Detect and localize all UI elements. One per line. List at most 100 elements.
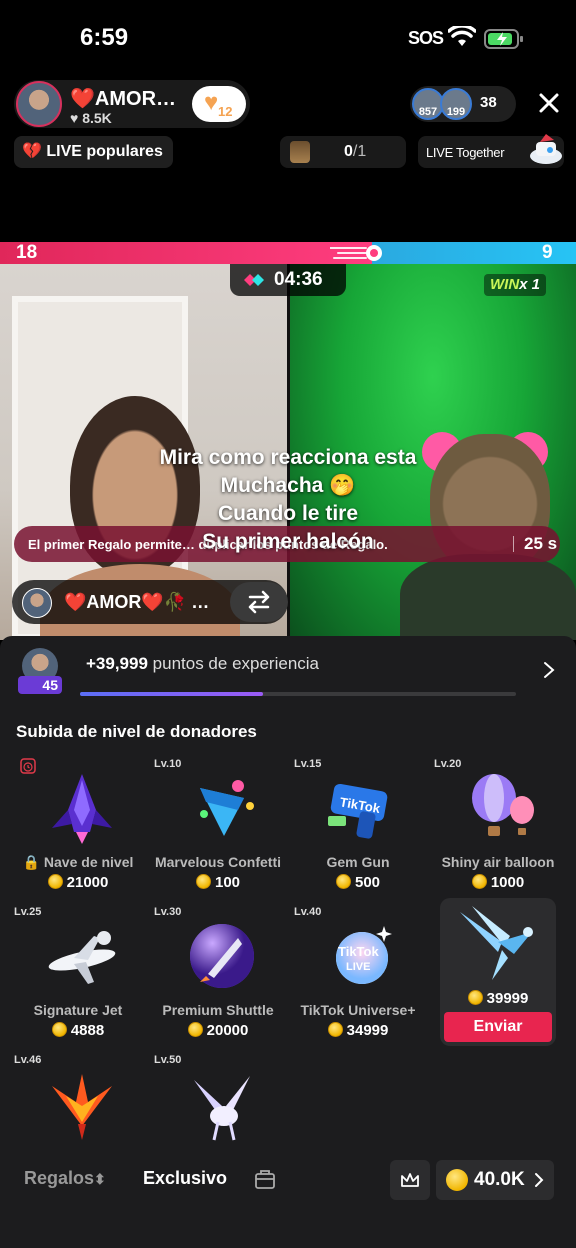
tab-regalos[interactable]: Regalos⬍ bbox=[24, 1168, 106, 1189]
gift-price: 500 bbox=[288, 874, 428, 891]
gift-gem-gun[interactable]: Lv.15 TikTok Gem Gun 500 bbox=[288, 758, 428, 898]
battle-video[interactable]: 04:36 WINx 1 El primer Regalo permite… d… bbox=[0, 264, 576, 640]
send-button[interactable]: Enviar bbox=[444, 1012, 552, 1042]
battery-icon bbox=[484, 29, 523, 49]
goal-gift-icon bbox=[290, 141, 310, 163]
air-balloon-icon bbox=[472, 774, 534, 836]
gift-name: Marvelous Confetti bbox=[154, 854, 281, 870]
fan-club-count: 12 bbox=[218, 104, 233, 119]
goal-current: 0 bbox=[344, 143, 353, 160]
gift-price: 4888 bbox=[8, 1022, 148, 1039]
gift-marvelous-confetti[interactable]: Lv.10 Marvelous Confetti 100 bbox=[148, 758, 288, 898]
gift-price-value: 34999 bbox=[346, 1022, 389, 1039]
switch-button[interactable] bbox=[230, 582, 288, 622]
gift-price-value: 4888 bbox=[70, 1022, 105, 1039]
caption-line: Su primer halcón bbox=[202, 530, 374, 553]
svg-text:LIVE: LIVE bbox=[346, 961, 370, 973]
timer-icon bbox=[20, 758, 36, 774]
gift-nave-de-nivel[interactable]: 🔒 Nave de nivel 21000 bbox=[8, 758, 148, 898]
caption-line: Muchacha 🤭 bbox=[220, 474, 356, 497]
gift-price: 34999 bbox=[288, 1022, 428, 1039]
falcon-icon bbox=[460, 906, 533, 980]
coin-icon bbox=[51, 1022, 67, 1037]
close-icon[interactable] bbox=[534, 88, 564, 118]
gift-name: 🔒 Nave de nivel bbox=[8, 854, 148, 871]
xp-label: puntos de experiencia bbox=[152, 654, 320, 673]
battle-icon bbox=[244, 274, 264, 286]
goal-progress: 0/1 bbox=[344, 143, 366, 161]
host-info[interactable]: ❤️AMOR… ♥ 8.5K ♥ 12 bbox=[14, 80, 250, 128]
battle-time: 04:36 bbox=[274, 269, 323, 290]
gift-premium-shuttle[interactable]: Lv.30 Premium Shuttle 20000 bbox=[148, 906, 288, 1046]
gift-price-value: 1000 bbox=[490, 874, 525, 891]
battle-score-right: 9 bbox=[542, 242, 553, 263]
viewer-count: 38 bbox=[480, 94, 497, 111]
gift-panel-tabs: Regalos⬍ Exclusivo 40.0K bbox=[0, 1160, 576, 1200]
bag-icon[interactable] bbox=[254, 1168, 276, 1190]
host-likes: ♥ 8.5K bbox=[70, 110, 112, 126]
section-title: Subida de nivel de donadores bbox=[16, 722, 257, 741]
gift-name-text: Nave de nivel bbox=[43, 854, 134, 870]
xp-progress-row[interactable]: 45 +39,999 puntos de experiencia bbox=[18, 648, 564, 698]
gift-price: 20000 bbox=[148, 1022, 288, 1039]
viewer-badge: 857 bbox=[418, 106, 438, 118]
gift-price-value: 39999 bbox=[486, 990, 529, 1007]
gift-tiktok-universe-plus[interactable]: Lv.40 TikTok LIVE TikTok Universe+ 34999 bbox=[288, 906, 428, 1046]
svg-text:TikTok: TikTok bbox=[338, 944, 379, 959]
host-avatar[interactable] bbox=[16, 81, 62, 127]
clock: 6:59 bbox=[80, 24, 129, 51]
crown-icon bbox=[401, 1173, 419, 1187]
gift-name: Signature Jet bbox=[33, 1002, 123, 1018]
status-bar: 6:59 SOS bbox=[0, 0, 576, 76]
coin-icon bbox=[47, 874, 63, 889]
coin-icon bbox=[467, 990, 483, 1005]
gift-price-value: 21000 bbox=[66, 874, 109, 891]
battle-spark-icon bbox=[330, 245, 383, 261]
broken-heart-icon: ♥ bbox=[204, 89, 219, 116]
host-name: ❤️AMOR… bbox=[70, 88, 177, 110]
gift-price: 100 bbox=[148, 874, 288, 891]
broken-heart-icon: 💔 bbox=[22, 143, 42, 160]
gift-price-value: 100 bbox=[214, 874, 241, 891]
gift-level: Lv.15 bbox=[294, 758, 322, 770]
win-count: x 1 bbox=[519, 276, 541, 293]
chevron-right-icon bbox=[535, 1173, 544, 1187]
tab-exclusivo[interactable]: Exclusivo bbox=[143, 1168, 227, 1189]
host-likes-count: 8.5K bbox=[82, 110, 112, 126]
coin-balance-button[interactable]: 40.0K bbox=[436, 1160, 554, 1200]
viewer-list[interactable]: 857 199 38 bbox=[410, 86, 516, 122]
gift-level: Lv.20 bbox=[434, 758, 462, 770]
live-popular-button[interactable]: 💔 LIVE populares bbox=[14, 136, 173, 168]
gift-goal[interactable]: 0/1 bbox=[280, 136, 406, 168]
live-popular-label: LIVE populares bbox=[46, 143, 163, 160]
top-viewer-avatar[interactable]: 199 bbox=[440, 88, 472, 120]
gift-falcon-selected[interactable]: 39999 Enviar bbox=[440, 898, 556, 1046]
fan-club-button[interactable]: ♥ 12 bbox=[192, 86, 246, 122]
live-together-button[interactable]: LIVE Together bbox=[418, 134, 564, 168]
gift-panel: 45 +39,999 puntos de experiencia Subida … bbox=[0, 636, 576, 1248]
gift-level: Lv.40 bbox=[294, 906, 322, 918]
swap-icon bbox=[248, 590, 270, 614]
shuttle-icon bbox=[190, 924, 254, 988]
tab-regalos-label: Regalos bbox=[24, 1168, 95, 1188]
pegasus-icon bbox=[194, 1076, 250, 1141]
coin-icon bbox=[446, 1169, 468, 1191]
gift-signature-jet[interactable]: Lv.25 Signature Jet 4888 bbox=[8, 906, 148, 1046]
gift-shiny-air-balloon[interactable]: Lv.20 Shiny air balloon 1000 bbox=[428, 758, 568, 898]
coin-icon bbox=[335, 874, 351, 889]
opponent-avatar[interactable] bbox=[22, 588, 52, 618]
xp-text: +39,999 puntos de experiencia bbox=[86, 654, 319, 674]
gift-name: TikTok Universe+ bbox=[300, 1002, 416, 1018]
chevron-right-icon[interactable] bbox=[542, 660, 556, 680]
universe-icon: TikTok LIVE bbox=[336, 926, 392, 984]
user-level-badge: 45 bbox=[18, 676, 62, 694]
vip-button[interactable] bbox=[390, 1160, 430, 1200]
live-info-row: 💔 LIVE populares 0/1 LIVE Together bbox=[0, 134, 576, 168]
opponent-body bbox=[400, 554, 576, 640]
gem-gun-icon: TikTok bbox=[328, 783, 388, 839]
win-label: WIN bbox=[490, 276, 520, 293]
opponent-info[interactable]: ❤️AMOR❤️🥀 … bbox=[12, 580, 288, 624]
goal-total: /1 bbox=[352, 143, 367, 160]
notice-separator bbox=[513, 536, 514, 552]
coin-icon bbox=[327, 1022, 343, 1037]
